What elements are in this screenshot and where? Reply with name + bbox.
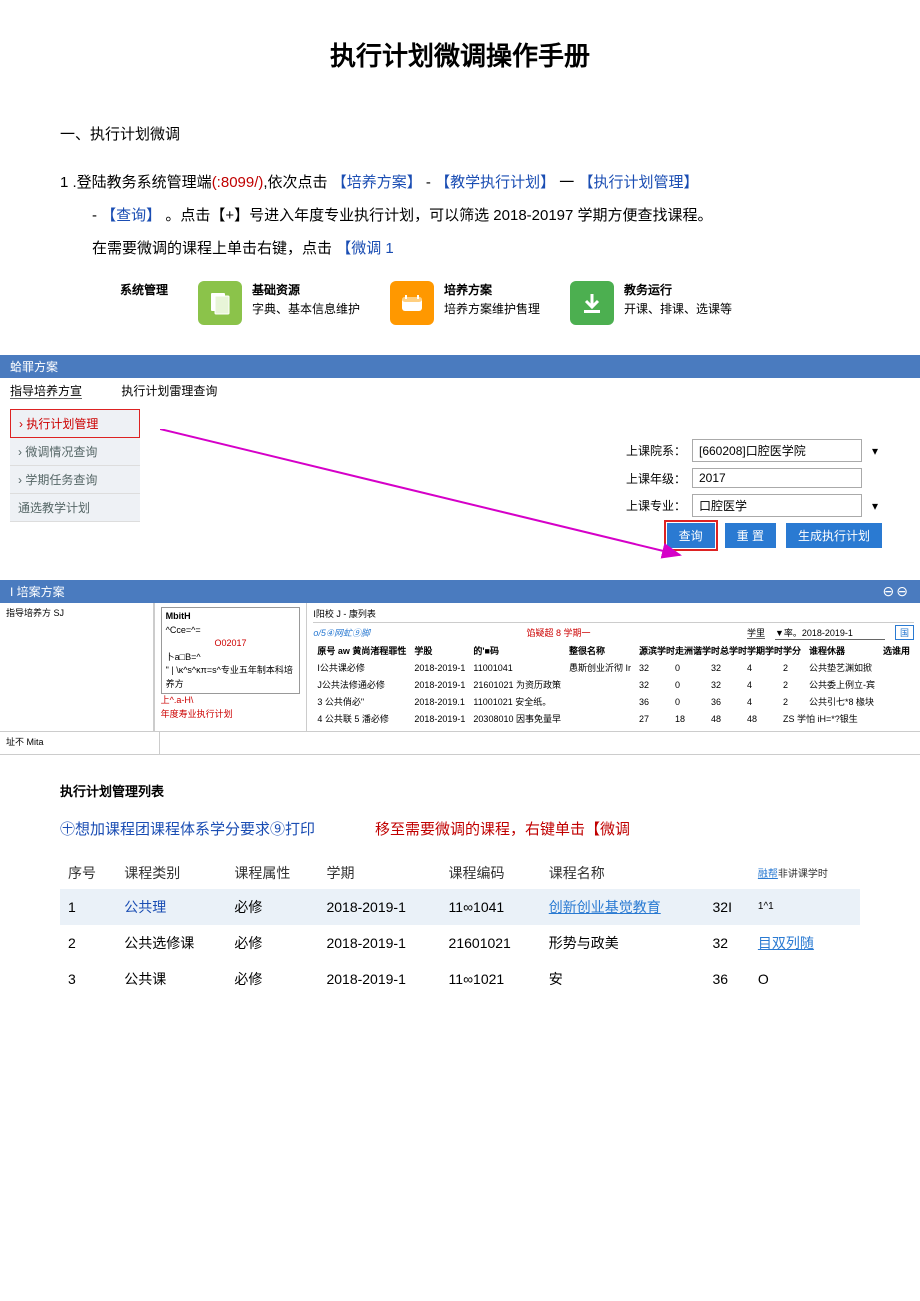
tree-node[interactable]: 年度寿业执行计划 bbox=[161, 708, 301, 722]
col-header: 课程属性 bbox=[226, 857, 318, 889]
dash: 一 bbox=[559, 174, 574, 191]
step-url: (:8099/) bbox=[212, 174, 264, 191]
col-header: 课程编码 bbox=[441, 857, 541, 889]
chevron-down-icon[interactable]: ▾ bbox=[868, 444, 882, 458]
panel-bar: 蛤罪方案 bbox=[0, 355, 920, 378]
download-icon bbox=[570, 281, 614, 325]
col-header: 课程类别 bbox=[116, 857, 226, 889]
col-header bbox=[705, 857, 750, 889]
step-text: 1 .登陆教务系统管理端 bbox=[60, 174, 212, 191]
module-title: 系统管理 bbox=[120, 281, 168, 300]
col-header: 学期 bbox=[318, 857, 440, 889]
hint-actions: ㊉想加课程团课程体系学分要求⑨打印 bbox=[60, 818, 315, 839]
table-row[interactable]: I公共课必修2018-2019-111001041愚斯创业沂彻 Ir320324… bbox=[313, 659, 914, 676]
menu-ref: 【执行计划管理】 bbox=[578, 174, 698, 191]
list-heading: 执行计划管理列表 bbox=[60, 781, 860, 800]
course-mini-table: 原号 aw 黄尚渚程罪性 学股 的'■码 整很名称 源滨学时走洲谐学时总学时学期… bbox=[313, 642, 914, 727]
sidebar-item-adjust-query[interactable]: › 微调情况查询 bbox=[10, 438, 140, 466]
toolbar-link[interactable]: o/5④网虻⑨脚 bbox=[313, 626, 370, 639]
tab[interactable]: 执行计划雷理查询 bbox=[121, 384, 217, 398]
menu-ref: 【教学执行计划】 bbox=[435, 174, 555, 191]
menu-ref: 【微调 1 bbox=[336, 240, 394, 257]
col-header: 融帮融帮非讲课学时非讲课学时 bbox=[750, 857, 860, 889]
tree-node[interactable]: MbitH bbox=[166, 610, 296, 624]
list-panel: I 培案方案 ⊖⊖ 指导培养方 SJ MbitH ^Cce=^= O02017 … bbox=[0, 580, 920, 755]
col-header: 谁程休器 bbox=[805, 642, 879, 659]
col-header: 源滨学时走洲谐学时总学时学期学时学分 bbox=[635, 642, 805, 659]
generate-button[interactable]: 生成执行计划 bbox=[786, 523, 882, 548]
sidebar-item-term-task[interactable]: › 学期任务查询 bbox=[10, 466, 140, 494]
table-row[interactable]: 2 公共选修课 必修 2018-2019-1 21601021 形势与政美 32… bbox=[60, 925, 860, 961]
hint-instruction: 移至需要微调的课程，右键单击【微调 bbox=[375, 818, 630, 839]
validation-warning: 馅疑超 8 学期一 bbox=[526, 626, 590, 639]
side-menu: › 执行计划管理 › 微调情况查询 › 学期任务查询 通选教学计划 bbox=[10, 409, 140, 522]
term-label: 学里 bbox=[747, 628, 765, 639]
arrow-annotation bbox=[160, 429, 700, 569]
sidebar-item-execute-plan[interactable]: › 执行计划管理 bbox=[10, 409, 140, 438]
reset-button[interactable]: 重 置 bbox=[725, 523, 776, 548]
col-header: 选谁用 bbox=[879, 642, 914, 659]
module-title: 培养方案 bbox=[444, 281, 540, 300]
page-title: 执行计划微调操作手册 bbox=[60, 36, 860, 73]
panel-bar: I 培案方案 ⊖⊖ bbox=[0, 580, 920, 603]
menu-ref: 【培养方案】 bbox=[332, 174, 422, 191]
section-heading: 一、执行计划微调 bbox=[60, 123, 860, 144]
dept-select[interactable]: [660208]口腔医学院 bbox=[692, 439, 862, 462]
col-header: 学股 bbox=[410, 642, 469, 659]
table-row[interactable]: J公共法修通必修2018-2019-121601021 为资历政策3203242… bbox=[313, 676, 914, 693]
sidebar-item-general-plan[interactable]: 通选教学计划 bbox=[10, 494, 140, 522]
table-row[interactable]: 1 公共理 必修 2018-2019-1 11∞1041 创新创业基觉教育 32… bbox=[60, 889, 860, 925]
table-row[interactable]: 3 公共俏必"2018-2019.111001021 安全纸。3603642公共… bbox=[313, 693, 914, 710]
step-text: 。点击【+】号进入年度专业执行计划，可以筛选 2018-20197 学期方便查找… bbox=[165, 207, 712, 224]
minimize-close-icons[interactable]: ⊖⊖ bbox=[883, 583, 910, 600]
module-title: 基础资源 bbox=[252, 281, 360, 300]
step-text: ,依次点击 bbox=[263, 174, 327, 191]
col-header: 原号 aw 黄尚渚程罪性 bbox=[313, 642, 410, 659]
dash: - bbox=[92, 207, 97, 224]
query-panel: 蛤罪方案 指导培养方宣 执行计划雷理查询 › 执行计划管理 › 微调情况查询 ›… bbox=[0, 355, 920, 562]
table-row[interactable]: 3 公共课 必修 2018-2019-1 11∞1021 安 36 O bbox=[60, 961, 860, 997]
plan-icon bbox=[390, 281, 434, 325]
course-table: 序号 课程类别 课程属性 学期 课程编码 课程名称 融帮融帮非讲课学时非讲课学时… bbox=[60, 857, 860, 997]
action-link[interactable]: 目双列随 bbox=[758, 935, 814, 951]
table-row[interactable]: 4 公共联 5 潘必修2018-2019-120308010 因事免量早2718… bbox=[313, 710, 914, 727]
expand-icon[interactable]: 国 bbox=[895, 625, 914, 640]
tab[interactable]: 指导培养方宣 bbox=[10, 384, 82, 399]
tree-node[interactable]: " | \κ^s^κπ=s^专业五年制本科培养方 bbox=[166, 664, 296, 691]
col-header: 整很名称 bbox=[565, 642, 635, 659]
tree-node[interactable]: 卜a□B=^ bbox=[166, 651, 296, 665]
module-sub: 培养方案维护售理 bbox=[444, 300, 540, 319]
docs-icon bbox=[198, 281, 242, 325]
col-header: 的'■码 bbox=[469, 642, 565, 659]
tree-node[interactable]: ^Cce=^= bbox=[166, 624, 296, 638]
step-text: 在需要微调的课程上单击右键，点击 bbox=[92, 240, 332, 257]
col-header: 序号 bbox=[60, 857, 116, 889]
menu-ref: 【查询】 bbox=[101, 207, 161, 224]
tree-node[interactable]: O02017 bbox=[166, 637, 296, 651]
major-select[interactable]: 口腔医学 bbox=[692, 494, 862, 517]
grade-select[interactable]: 2017 bbox=[692, 468, 862, 488]
module-sub: 字典、基本信息维护 bbox=[252, 300, 360, 319]
chevron-down-icon[interactable]: ▾ bbox=[868, 499, 882, 513]
module-sub: 开课、排课、选课等 bbox=[624, 300, 732, 319]
dash: - bbox=[426, 174, 431, 191]
tree-sub[interactable]: 址不 Mita bbox=[0, 732, 160, 754]
tree-header: 指导培养方 SJ bbox=[6, 607, 147, 621]
module-title: 教务运行 bbox=[624, 281, 732, 300]
tree-node[interactable]: 上^.a-H\ bbox=[161, 694, 301, 708]
course-link[interactable]: 创新创业基觉教育 bbox=[549, 899, 661, 915]
term-select[interactable]: ▼率。2018-2019-1 bbox=[775, 626, 885, 640]
col-header: 课程名称 bbox=[541, 857, 705, 889]
list-header: I阳校 J - 康列表 bbox=[313, 607, 376, 620]
